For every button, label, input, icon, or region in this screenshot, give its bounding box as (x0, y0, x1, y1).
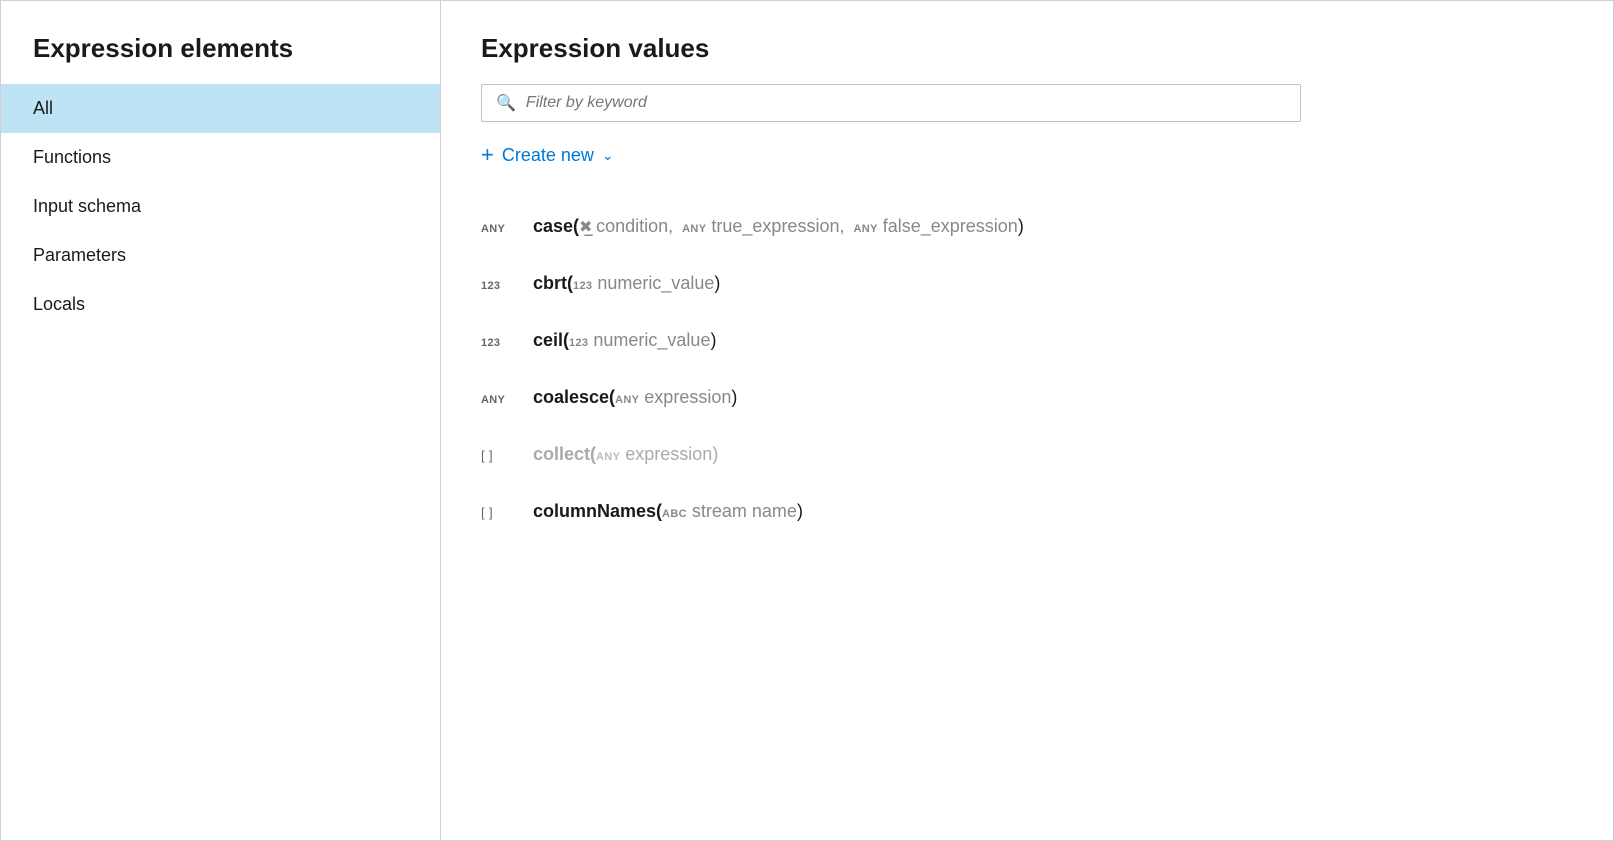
param-type-any: ANY (615, 394, 639, 406)
function-list: ANY case(✖̲ condition, ANY true_expressi… (481, 198, 1573, 540)
param-name: numeric_value (597, 273, 714, 293)
param-name: numeric_value (593, 330, 710, 350)
case-type-icon: ✖̲ (579, 219, 592, 236)
search-icon: 🔍 (496, 93, 516, 113)
type-badge-array: [ ] (481, 505, 517, 520)
function-signature: cbrt(123 numeric_value) (533, 273, 720, 294)
sidebar-item-input-schema[interactable]: Input schema (1, 182, 440, 231)
function-signature: collect(ANY expression) (533, 444, 718, 465)
main-container: Expression elements All Functions Input … (0, 0, 1614, 841)
function-name: collect( (533, 444, 596, 464)
param-type-num: 123 (573, 280, 592, 292)
param-type-any: ANY (854, 223, 878, 235)
search-input[interactable] (526, 94, 1286, 112)
list-item[interactable]: ANY case(✖̲ condition, ANY true_expressi… (481, 198, 1573, 255)
list-item[interactable]: 123 ceil(123 numeric_value) (481, 312, 1573, 369)
function-signature: coalesce(ANY expression) (533, 387, 737, 408)
sidebar-item-parameters[interactable]: Parameters (1, 231, 440, 280)
param-name: expression (644, 387, 731, 407)
sidebar-item-functions[interactable]: Functions (1, 133, 440, 182)
param-type-any: ANY (596, 451, 620, 463)
create-new-label: Create new (502, 145, 594, 166)
function-name: cbrt( (533, 273, 573, 293)
right-panel: Expression values 🔍 + Create new ⌄ ANY c… (441, 1, 1613, 840)
type-badge-num: 123 (481, 337, 517, 349)
left-panel-title: Expression elements (1, 1, 440, 84)
type-badge-num: 123 (481, 280, 517, 292)
param-name: condition (596, 216, 668, 236)
function-signature: ceil(123 numeric_value) (533, 330, 716, 351)
function-name: case( (533, 216, 579, 236)
param-name: stream name (692, 501, 797, 521)
param-name: expression (625, 444, 712, 464)
plus-icon: + (481, 142, 494, 168)
sidebar-item-locals[interactable]: Locals (1, 280, 440, 329)
list-item[interactable]: [ ] collect(ANY expression) (481, 426, 1573, 483)
param-type-any: ANY (682, 223, 706, 235)
param-type-abc: abc (662, 508, 687, 520)
list-item[interactable]: 123 cbrt(123 numeric_value) (481, 255, 1573, 312)
param-type-num: 123 (569, 337, 588, 349)
search-box[interactable]: 🔍 (481, 84, 1301, 122)
left-panel: Expression elements All Functions Input … (1, 1, 441, 840)
list-item[interactable]: [ ] columnNames(abc stream name) (481, 483, 1573, 540)
param-name: true_expression (711, 216, 839, 236)
create-new-button[interactable]: + Create new ⌄ (481, 142, 614, 168)
nav-list: All Functions Input schema Parameters Lo… (1, 84, 440, 329)
function-name: columnNames( (533, 501, 662, 521)
type-badge-any: ANY (481, 223, 517, 235)
type-badge-array: [ ] (481, 448, 517, 463)
chevron-down-icon: ⌄ (602, 147, 614, 164)
function-signature: columnNames(abc stream name) (533, 501, 803, 522)
type-badge-any: ANY (481, 394, 517, 406)
function-signature: case(✖̲ condition, ANY true_expression, … (533, 216, 1024, 237)
right-panel-title: Expression values (481, 33, 1573, 64)
function-name: ceil( (533, 330, 569, 350)
param-name: false_expression (883, 216, 1018, 236)
sidebar-item-all[interactable]: All (1, 84, 440, 133)
function-name: coalesce( (533, 387, 615, 407)
list-item[interactable]: ANY coalesce(ANY expression) (481, 369, 1573, 426)
